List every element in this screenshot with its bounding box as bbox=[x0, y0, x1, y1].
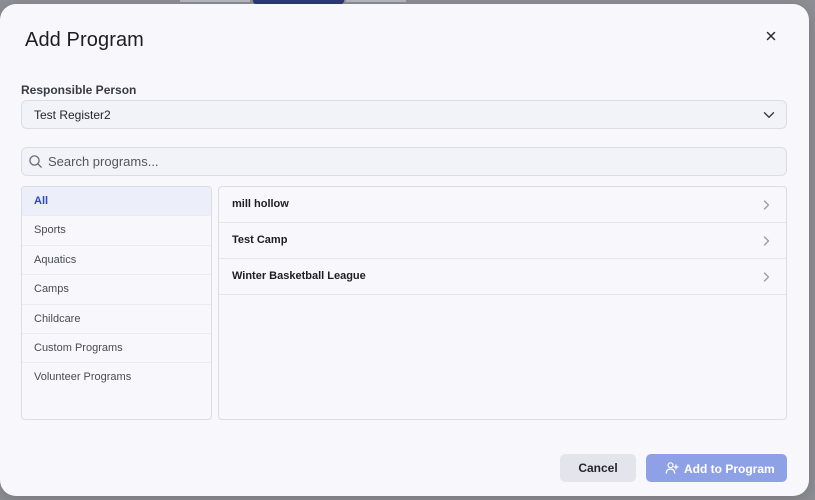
add-user-icon bbox=[665, 462, 679, 474]
responsible-person-label: Responsible Person bbox=[21, 83, 137, 97]
chevron-right-icon bbox=[763, 200, 770, 210]
add-to-program-label: Add to Program bbox=[684, 462, 775, 476]
program-item-mill-hollow[interactable]: mill hollow bbox=[219, 187, 786, 223]
close-icon bbox=[766, 31, 776, 41]
program-name: mill hollow bbox=[232, 198, 289, 210]
search-box bbox=[21, 147, 787, 176]
program-name: Test Camp bbox=[232, 234, 288, 246]
category-item-volunteer-programs[interactable]: Volunteer Programs bbox=[22, 363, 211, 392]
cancel-button[interactable]: Cancel bbox=[560, 454, 636, 482]
category-item-all[interactable]: All bbox=[22, 187, 211, 217]
background-divider bbox=[346, 0, 406, 2]
dialog-title: Add Program bbox=[25, 29, 144, 51]
add-to-program-button[interactable]: Add to Program bbox=[646, 454, 787, 482]
close-button[interactable] bbox=[760, 25, 782, 47]
program-item-test-camp[interactable]: Test Camp bbox=[219, 223, 786, 259]
category-item-aquatics[interactable]: Aquatics bbox=[22, 246, 211, 276]
responsible-person-select[interactable]: Test Register2 bbox=[21, 100, 787, 129]
chevron-right-icon bbox=[763, 236, 770, 246]
search-icon bbox=[29, 155, 42, 168]
category-list: All Sports Aquatics Camps Childcare Cust… bbox=[21, 186, 212, 420]
category-item-custom-programs[interactable]: Custom Programs bbox=[22, 334, 211, 364]
responsible-person-value: Test Register2 bbox=[34, 108, 111, 122]
category-item-childcare[interactable]: Childcare bbox=[22, 305, 211, 334]
search-input[interactable] bbox=[48, 151, 768, 171]
program-list: mill hollow Test Camp Winter Basketball … bbox=[218, 186, 787, 420]
background-divider bbox=[180, 0, 250, 2]
category-item-sports[interactable]: Sports bbox=[22, 216, 211, 246]
chevron-right-icon bbox=[763, 272, 770, 282]
add-program-dialog: Add Program Responsible Person Test Regi… bbox=[0, 4, 809, 496]
category-item-camps[interactable]: Camps bbox=[22, 275, 211, 305]
program-name: Winter Basketball League bbox=[232, 270, 366, 282]
chevron-down-icon bbox=[763, 112, 775, 118]
program-item-winter-basketball-league[interactable]: Winter Basketball League bbox=[219, 259, 786, 295]
